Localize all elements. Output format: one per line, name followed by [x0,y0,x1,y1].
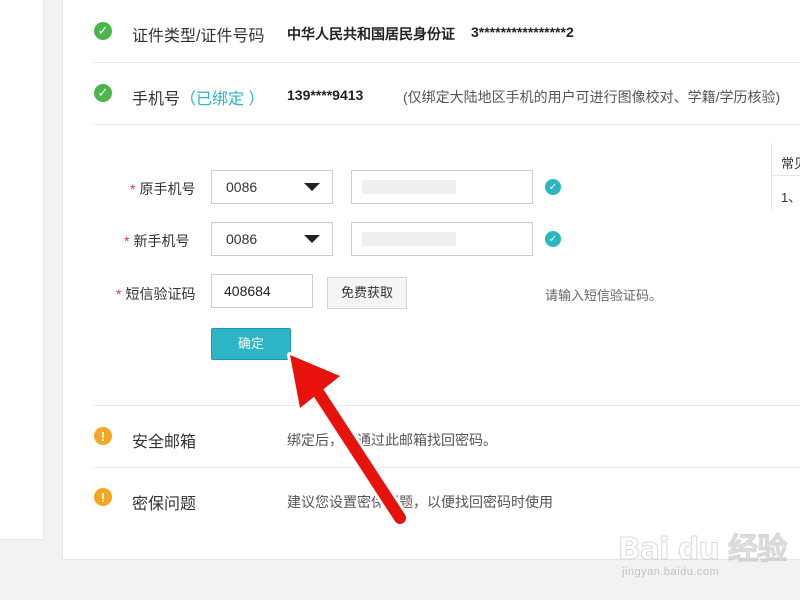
chevron-down-icon [304,235,320,243]
old-phone-label: * 原手机号 [130,181,196,197]
baidu-jingyan-watermark: Bai du 经验 jingyan.baidu.com [612,510,792,590]
old-country-code-select[interactable]: 0086 [211,170,333,204]
chevron-down-icon [304,183,320,191]
divider [93,405,800,406]
valid-check-icon: ✓ [545,179,561,195]
sms-code-label: * 短信验证码 [116,286,196,302]
new-phone-input[interactable] [351,222,533,256]
security-question-title: 密保问题 [132,496,197,513]
faq-title: 常见 [781,156,800,171]
verified-check-icon: ✓ [94,84,112,102]
new-phone-label: * 新手机号 [124,233,190,249]
get-code-button[interactable]: 免费获取 [327,277,407,309]
id-number-value: 3****************2 [471,24,574,40]
email-note: 绑定后，可通过此邮箱找回密码。 [287,432,497,448]
verified-check-icon: ✓ [94,22,112,40]
old-country-code-value: 0086 [226,179,258,195]
divider [93,62,800,63]
watermark-logo: Bai du 经验 [617,532,787,568]
masked-phone [362,180,456,194]
phone-note: (仅绑定大陆地区手机的用户可进行图像校对、学籍/学历核验) [403,89,781,105]
valid-check-icon: ✓ [545,231,561,247]
phone-title-label: 手机号 [132,91,181,108]
old-phone-input[interactable] [351,170,533,204]
divider [93,124,800,125]
warning-icon: ! [94,488,112,506]
security-question-note: 建议您设置密保问题，以便找回密码时使用 [287,494,553,510]
sms-hint: 请输入短信验证码。 [545,288,663,303]
id-type-value: 中华人民共和国居民身份证 [287,26,455,42]
masked-phone [362,232,456,246]
email-title: 安全邮箱 [132,434,197,451]
confirm-button[interactable]: 确定 [211,328,291,360]
faq-item: 1、 [781,190,800,205]
faq-divider [771,175,800,176]
warning-icon: ! [94,427,112,445]
divider [93,467,800,468]
security-settings-card [62,0,800,560]
watermark-url: jingyan.baidu.com [622,566,720,578]
id-type-title: 证件类型/证件号码 [132,28,265,45]
new-country-code-select[interactable]: 0086 [211,222,333,256]
new-country-code-value: 0086 [226,231,258,247]
phone-number-value: 139****9413 [287,87,364,103]
left-panel [0,0,44,540]
sms-code-input[interactable]: 408684 [211,274,313,308]
phone-title: 手机号（已绑定 ） [132,85,264,109]
phone-bound-status: （已绑定 ） [180,91,265,108]
